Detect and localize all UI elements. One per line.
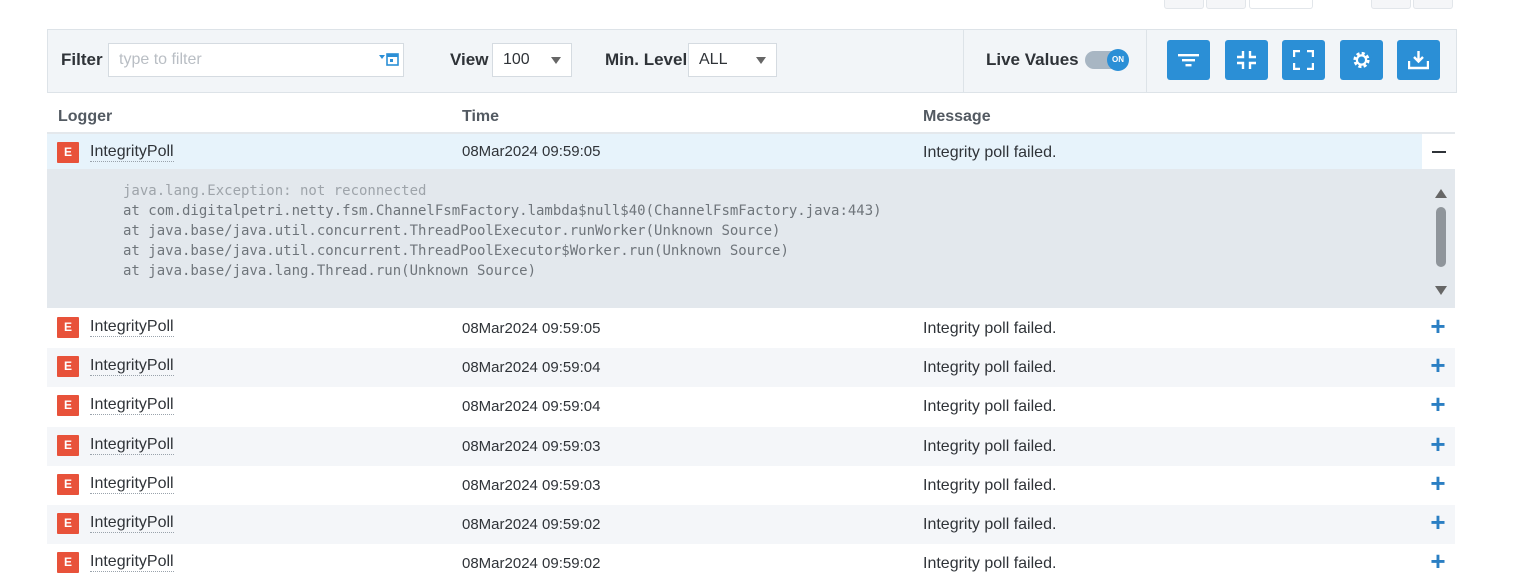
top-control-stub[interactable] — [1206, 0, 1246, 9]
top-control-stub[interactable] — [1249, 0, 1313, 9]
table-row[interactable]: E IntegrityPoll 08Mar2024 09:59:02 Integrit… — [47, 505, 1455, 544]
table-row[interactable]: E IntegrityPoll 08Mar2024 09:59:05 Integrit… — [47, 309, 1455, 348]
column-header-logger[interactable]: Logger — [58, 108, 112, 126]
gear-icon — [1353, 51, 1370, 69]
column-header-message[interactable]: Message — [923, 108, 991, 126]
filter-button[interactable] — [1167, 40, 1210, 80]
log-time: 08Mar2024 09:59:02 — [462, 555, 601, 573]
stack-trace-exception: java.lang.Exception: not reconnected — [123, 183, 427, 199]
expand-row-icon[interactable]: + — [1429, 546, 1447, 576]
level-badge: E — [57, 513, 79, 534]
chevron-down-icon — [756, 57, 766, 64]
logger-name[interactable]: IntegrityPoll — [90, 435, 174, 455]
collapse-icon — [1237, 51, 1256, 69]
calendar-filter-icon[interactable] — [378, 50, 400, 68]
live-values-toggle[interactable]: ON — [1085, 49, 1129, 71]
stack-trace: java.lang.Exception: not reconnected at … — [123, 181, 882, 281]
log-message: Integrity poll failed. — [923, 144, 1057, 161]
level-badge: E — [57, 473, 79, 495]
collapse-row-button[interactable] — [1422, 134, 1455, 170]
stack-trace-panel: java.lang.Exception: not reconnected at … — [47, 169, 1455, 308]
table-row[interactable]: E IntegrityPoll 08Mar2024 09:59:04 Integrit… — [47, 348, 1455, 388]
scroll-up-arrow-icon[interactable] — [1435, 189, 1447, 198]
filter-lines-icon — [1178, 54, 1199, 67]
log-toolbar: Filter View 100 Min. Level ALL Live Valu… — [47, 29, 1457, 93]
table-row-expanded[interactable]: E IntegrityPoll 08Mar2024 09:59:05 Integ… — [47, 134, 1455, 170]
table-row[interactable]: E IntegrityPoll 08Mar2024 09:59:04 Integrit… — [47, 387, 1455, 426]
logger-name[interactable]: IntegrityPoll — [90, 395, 174, 416]
filter-input[interactable] — [108, 43, 404, 77]
view-label: View — [450, 50, 489, 69]
top-control-stub[interactable] — [1371, 0, 1411, 9]
level-badge: E — [57, 142, 79, 163]
download-icon — [1408, 51, 1429, 70]
table-row[interactable]: E IntegrityPoll 08Mar2024 09:59:02 Integrit… — [47, 544, 1455, 583]
expand-row-icon[interactable]: + — [1429, 429, 1447, 459]
log-message: Integrity poll failed. — [923, 555, 1057, 573]
log-time: 08Mar2024 09:59:03 — [462, 437, 601, 455]
table-row[interactable]: E IntegrityPoll 08Mar2024 09:59:03 Integrit… — [47, 426, 1455, 466]
min-level-select[interactable]: ALL — [688, 43, 777, 77]
logger-name[interactable]: IntegrityPoll — [90, 356, 174, 377]
view-select-value: 100 — [503, 51, 530, 68]
log-time: 08Mar2024 09:59:02 — [462, 516, 601, 533]
toolbar-divider — [1146, 30, 1147, 92]
logger-name[interactable]: IntegrityPoll — [90, 317, 174, 337]
log-time: 08Mar2024 09:59:05 — [462, 320, 601, 337]
level-badge: E — [57, 317, 79, 338]
logger-name[interactable]: IntegrityPoll — [90, 552, 174, 573]
log-message: Integrity poll failed. — [923, 320, 1057, 337]
log-message: Integrity poll failed. — [923, 437, 1057, 455]
log-time: 08Mar2024 09:59:05 — [462, 143, 601, 160]
logger-name[interactable]: IntegrityPoll — [90, 142, 174, 162]
log-time: 08Mar2024 09:59:04 — [462, 398, 601, 416]
stack-trace-frames: at com.digitalpetri.netty.fsm.ChannelFsm… — [123, 203, 882, 279]
log-message: Integrity poll failed. — [923, 398, 1057, 416]
level-badge: E — [57, 395, 79, 417]
level-badge: E — [57, 356, 79, 378]
log-message: Integrity poll failed. — [923, 516, 1057, 533]
chevron-down-icon — [551, 57, 561, 64]
log-message: Integrity poll failed. — [923, 476, 1057, 494]
expand-all-button[interactable] — [1282, 40, 1325, 80]
min-level-label: Min. Level — [605, 50, 688, 69]
download-button[interactable] — [1397, 40, 1440, 80]
expand-row-icon[interactable]: + — [1429, 311, 1447, 341]
min-level-select-value: ALL — [699, 51, 728, 68]
toggle-knob: ON — [1107, 49, 1129, 71]
live-values-label: Live Values — [986, 50, 1079, 69]
expand-row-icon[interactable]: + — [1429, 507, 1447, 537]
collapse-all-button[interactable] — [1225, 40, 1268, 80]
column-header-time[interactable]: Time — [462, 108, 499, 126]
top-control-stub[interactable] — [1413, 0, 1453, 9]
table-row[interactable]: E IntegrityPoll 08Mar2024 09:59:03 Integrit… — [47, 466, 1455, 505]
expand-row-icon[interactable]: + — [1429, 350, 1447, 380]
table-header: Logger Time Message — [47, 100, 1455, 134]
expand-row-icon[interactable]: + — [1429, 468, 1447, 498]
expand-icon — [1293, 50, 1314, 70]
scroll-thumb[interactable] — [1436, 207, 1446, 267]
logger-name[interactable]: IntegrityPoll — [90, 474, 174, 494]
minus-icon — [1432, 151, 1446, 153]
log-message: Integrity poll failed. — [923, 359, 1057, 377]
expand-row-icon[interactable]: + — [1429, 389, 1447, 419]
filter-label: Filter — [61, 50, 103, 69]
logger-name[interactable]: IntegrityPoll — [90, 513, 174, 533]
view-select[interactable]: 100 — [492, 43, 572, 77]
level-badge: E — [57, 434, 79, 456]
log-time: 08Mar2024 09:59:03 — [462, 476, 601, 494]
level-badge: E — [57, 552, 79, 574]
toolbar-divider — [963, 30, 964, 92]
stack-trace-scrollbar[interactable] — [1433, 183, 1449, 299]
scroll-down-arrow-icon[interactable] — [1435, 286, 1447, 295]
log-time: 08Mar2024 09:59:04 — [462, 359, 601, 377]
settings-button[interactable] — [1340, 40, 1383, 80]
top-control-stub[interactable] — [1164, 0, 1204, 9]
